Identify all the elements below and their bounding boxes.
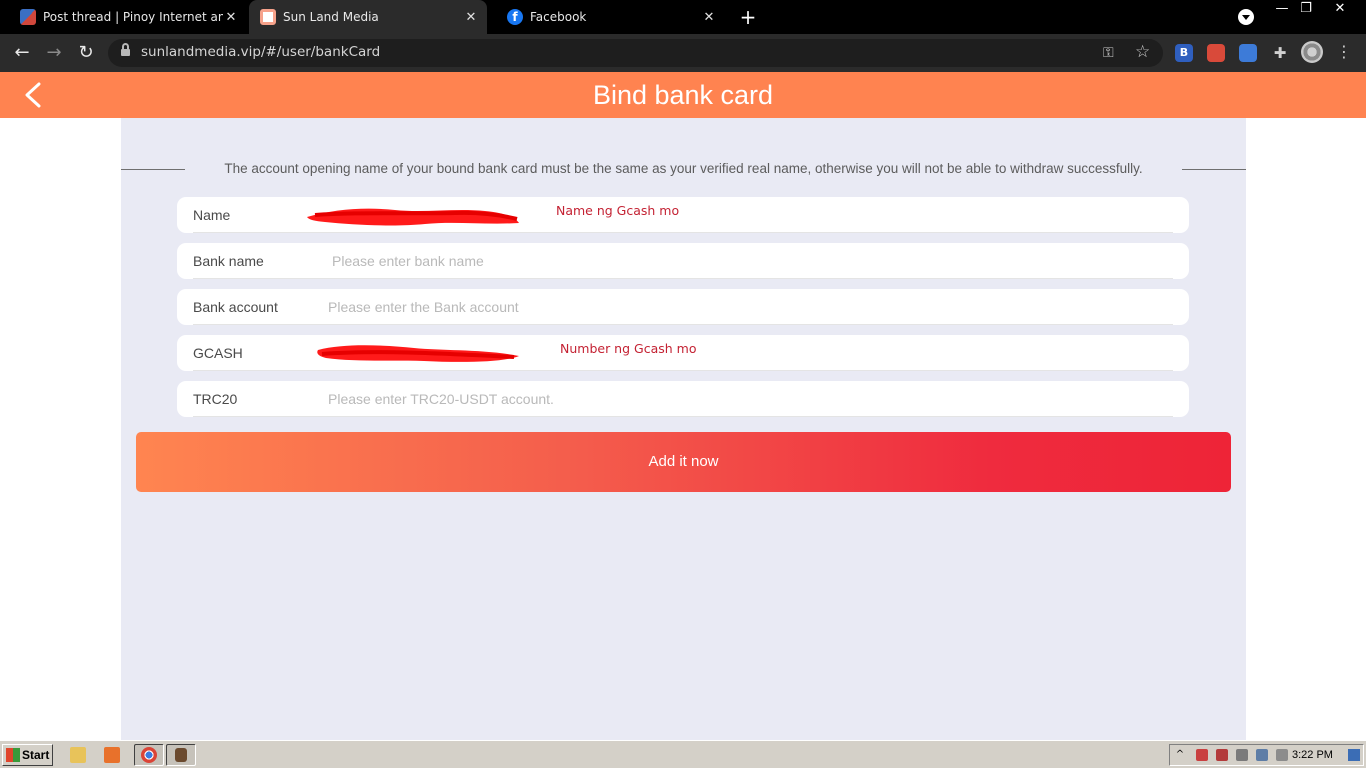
bank-name-input[interactable] <box>332 249 972 273</box>
tray-expand-icon[interactable]: ^ <box>1174 749 1186 761</box>
window-minimize-button[interactable]: — <box>1270 0 1294 18</box>
tab-search-icon[interactable] <box>1238 9 1254 25</box>
bank-name-label: Bank name <box>193 253 264 269</box>
tray-signal-icon[interactable] <box>1256 749 1268 761</box>
trc20-input[interactable] <box>328 387 968 411</box>
forward-arrow-icon[interactable]: → <box>43 42 65 64</box>
tab-pinoy-internet[interactable]: Post thread | Pinoy Internet and Tec ✕ <box>0 0 247 34</box>
tab-sun-land-media[interactable]: Sun Land Media ✕ <box>249 0 487 34</box>
browser-tab-strip: Post thread | Pinoy Internet and Tec ✕ S… <box>0 0 1366 34</box>
tab-title: Post thread | Pinoy Internet and Tec <box>43 10 223 24</box>
tray-security-icon[interactable] <box>1216 749 1228 761</box>
windows-logo-icon <box>6 748 20 762</box>
tab-title: Sun Land Media <box>283 10 379 24</box>
profile-avatar[interactable] <box>1301 41 1323 63</box>
page-header: Bind bank card <box>0 72 1366 118</box>
start-label: Start <box>22 748 50 762</box>
extension-fox-icon[interactable] <box>1207 44 1225 62</box>
url-text[interactable]: sunlandmedia.vip/#/user/bankCard <box>141 44 380 60</box>
chevron-left-icon[interactable] <box>22 82 48 108</box>
bank-card-form-panel: The account opening name of your bound b… <box>121 118 1246 740</box>
media-player-icon[interactable] <box>104 747 120 763</box>
tray-shield-icon[interactable] <box>1196 749 1208 761</box>
clock[interactable]: 3:22 PM <box>1292 745 1333 765</box>
window-restore-button[interactable]: ❐ <box>1294 0 1318 18</box>
system-tray: ^ 3:22 PM <box>1169 744 1364 766</box>
name-field: Name Name ng Gcash mo <box>177 197 1189 233</box>
trc20-label: TRC20 <box>193 391 238 407</box>
extension-shield-icon[interactable]: B <box>1175 44 1193 62</box>
gcash-label: GCASH <box>193 345 243 361</box>
bank-name-field: Bank name <box>177 243 1189 279</box>
back-arrow-icon[interactable]: ← <box>11 42 33 64</box>
cube-favicon-icon <box>20 9 36 25</box>
add-it-now-button[interactable]: Add it now <box>136 432 1231 492</box>
new-tab-button[interactable]: + <box>738 6 758 28</box>
tab-close-icon[interactable]: ✕ <box>223 10 239 25</box>
puzzle-icon[interactable]: ✚ <box>1271 44 1289 62</box>
star-icon[interactable]: ☆ <box>1135 42 1150 62</box>
volume-icon[interactable] <box>1276 749 1288 761</box>
gcash-field: GCASH Number ng Gcash mo <box>177 335 1189 371</box>
reload-icon[interactable]: ↻ <box>75 42 97 64</box>
bank-account-input[interactable] <box>328 295 968 319</box>
bank-account-field: Bank account <box>177 289 1189 325</box>
tray-network-icon[interactable] <box>1236 749 1248 761</box>
gcash-annotation: Number ng Gcash mo <box>560 341 697 356</box>
chrome-icon[interactable] <box>134 744 164 766</box>
address-bar[interactable]: sunlandmedia.vip/#/user/bankCard ⚿ ☆ <box>108 39 1163 67</box>
red-scribble-redaction <box>317 345 519 362</box>
tab-close-icon[interactable]: ✕ <box>463 10 479 25</box>
more-menu-icon[interactable]: ⋮ <box>1336 41 1352 63</box>
window-close-button[interactable]: ✕ <box>1328 0 1352 18</box>
os-taskbar: Start ^ 3:22 PM <box>0 740 1366 768</box>
notice-divider-left <box>121 169 185 170</box>
folder-icon[interactable] <box>70 747 86 763</box>
notice-row: The account opening name of your bound b… <box>121 158 1246 180</box>
trc20-field: TRC20 <box>177 381 1189 417</box>
red-scribble-redaction <box>307 208 519 226</box>
notice-text: The account opening name of your bound b… <box>224 161 1143 176</box>
page-title: Bind bank card <box>592 80 774 110</box>
extension-chevrons-icon[interactable] <box>1239 44 1257 62</box>
app-icon[interactable] <box>166 744 196 766</box>
site-favicon-icon <box>260 9 276 25</box>
bank-account-label: Bank account <box>193 299 278 315</box>
facebook-favicon-icon: f <box>507 9 523 25</box>
name-label: Name <box>193 207 231 223</box>
notice-divider-right <box>1182 169 1246 170</box>
tab-title: Facebook <box>530 10 587 24</box>
name-annotation: Name ng Gcash mo <box>556 203 680 218</box>
key-icon[interactable]: ⚿ <box>1103 45 1114 61</box>
tab-close-icon[interactable]: ✕ <box>701 10 717 25</box>
tab-facebook[interactable]: f Facebook ✕ <box>487 0 725 34</box>
show-desktop-icon[interactable] <box>1348 749 1360 761</box>
start-button[interactable]: Start <box>2 744 53 766</box>
lock-icon[interactable] <box>121 43 130 57</box>
